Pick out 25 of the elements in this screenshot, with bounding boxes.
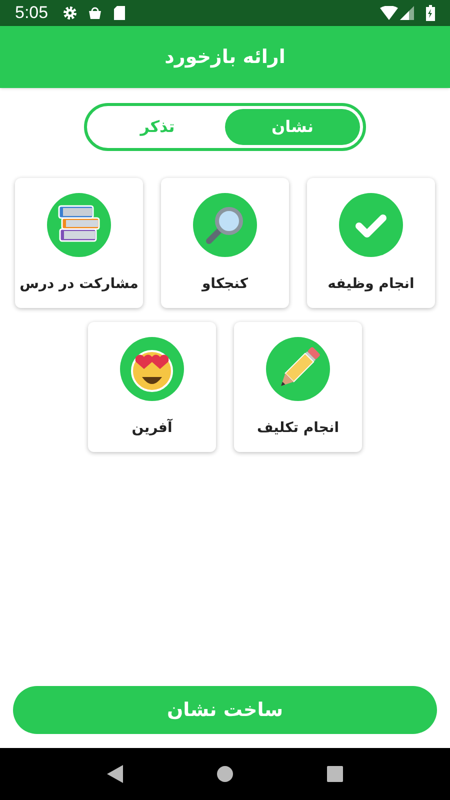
bag-icon	[88, 6, 102, 20]
badge-label: انجام تکلیف	[256, 419, 340, 438]
signal-icon	[400, 6, 414, 20]
badge-label: آفرین	[132, 418, 172, 438]
back-icon[interactable]	[107, 765, 123, 783]
badge-card[interactable]: آفرین	[88, 322, 216, 452]
badge-card[interactable]: مشارکت در درس	[15, 178, 143, 308]
pencil-icon	[266, 337, 330, 401]
home-icon[interactable]	[217, 766, 233, 782]
sd-card-icon	[114, 6, 126, 20]
check-icon	[339, 193, 403, 257]
badge-label: مشارکت در درس	[20, 275, 138, 294]
badge-label: کنجکاو	[202, 275, 248, 294]
wifi-icon	[380, 6, 398, 20]
magnifier-icon	[193, 193, 257, 257]
heart-eyes-emoji-icon	[120, 337, 184, 401]
gear-icon	[62, 5, 78, 21]
badge-card[interactable]: انجام وظیفه	[307, 178, 435, 308]
status-time: 5:05	[15, 2, 48, 24]
screen-title: ارائه بازخورد	[164, 44, 286, 70]
books-icon	[47, 193, 111, 257]
badge-card[interactable]: کنجکاو	[161, 178, 289, 308]
badge-card[interactable]: انجام تکلیف	[234, 322, 362, 452]
badge-label: انجام وظیفه	[328, 275, 414, 294]
battery-icon	[426, 5, 435, 21]
